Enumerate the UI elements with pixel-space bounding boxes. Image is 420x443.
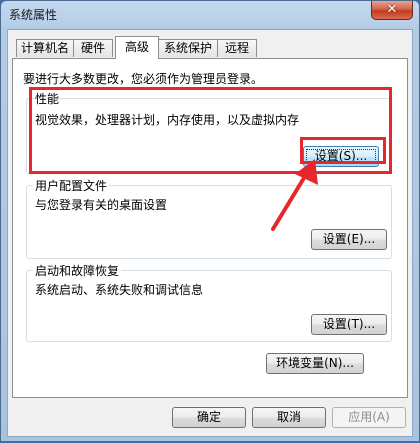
user-profiles-title: 用户配置文件 bbox=[33, 177, 110, 194]
performance-settings-button[interactable]: 设置(S)... bbox=[303, 146, 379, 167]
title-bar[interactable]: 系统属性 ✕ bbox=[1, 1, 419, 29]
system-properties-window: 系统属性 ✕ 计算机名 硬件 高级 系统保护 远程 要进行大多数更改，您必须作为… bbox=[0, 0, 420, 442]
performance-description: 视觉效果，处理器计划，内存使用，以及虚拟内存 bbox=[35, 113, 300, 127]
environment-variables-label: 环境变量(N)... bbox=[276, 356, 354, 370]
tab-advanced[interactable]: 高级 bbox=[115, 36, 159, 59]
startup-recovery-settings-button[interactable]: 设置(T)... bbox=[311, 314, 387, 335]
startup-recovery-title: 启动和故障恢复 bbox=[33, 262, 122, 279]
tab-system-protection[interactable]: 系统保护 bbox=[158, 39, 218, 57]
close-button[interactable]: ✕ bbox=[371, 1, 413, 20]
apply-label: 应用(A) bbox=[348, 410, 390, 424]
performance-group: 性能 视觉效果，处理器计划，内存使用，以及虚拟内存 设置(S)... bbox=[26, 92, 392, 174]
environment-variables-button[interactable]: 环境变量(N)... bbox=[266, 353, 364, 374]
startup-recovery-description: 系统启动、系统失败和调试信息 bbox=[35, 283, 204, 297]
ok-label: 确定 bbox=[196, 410, 221, 424]
cancel-button[interactable]: 取消 bbox=[252, 407, 326, 428]
tab-hardware[interactable]: 硬件 bbox=[73, 39, 113, 57]
close-icon: ✕ bbox=[386, 2, 398, 17]
apply-button: 应用(A) bbox=[332, 407, 406, 428]
user-profiles-settings-label: 设置(E)... bbox=[322, 232, 376, 246]
ok-button[interactable]: 确定 bbox=[172, 407, 246, 428]
startup-recovery-settings-label: 设置(T)... bbox=[322, 317, 376, 331]
user-profiles-description: 与您登录有关的桌面设置 bbox=[35, 198, 168, 212]
window-title: 系统属性 bbox=[9, 8, 58, 22]
performance-title: 性能 bbox=[35, 92, 60, 106]
admin-note: 要进行大多数更改，您必须作为管理员登录。 bbox=[23, 72, 264, 86]
cancel-label: 取消 bbox=[276, 410, 301, 424]
dialog-body: 计算机名 硬件 高级 系统保护 远程 要进行大多数更改，您必须作为管理员登录。 … bbox=[7, 29, 413, 437]
performance-settings-label: 设置(S)... bbox=[314, 149, 368, 163]
user-profiles-group: 用户配置文件 与您登录有关的桌面设置 设置(E)... bbox=[26, 177, 392, 259]
user-profiles-settings-button[interactable]: 设置(E)... bbox=[311, 229, 387, 250]
tab-computer-name[interactable]: 计算机名 bbox=[16, 39, 74, 57]
startup-recovery-group: 启动和故障恢复 系统启动、系统失败和调试信息 设置(T)... bbox=[26, 262, 392, 342]
tab-remote[interactable]: 远程 bbox=[217, 39, 257, 57]
